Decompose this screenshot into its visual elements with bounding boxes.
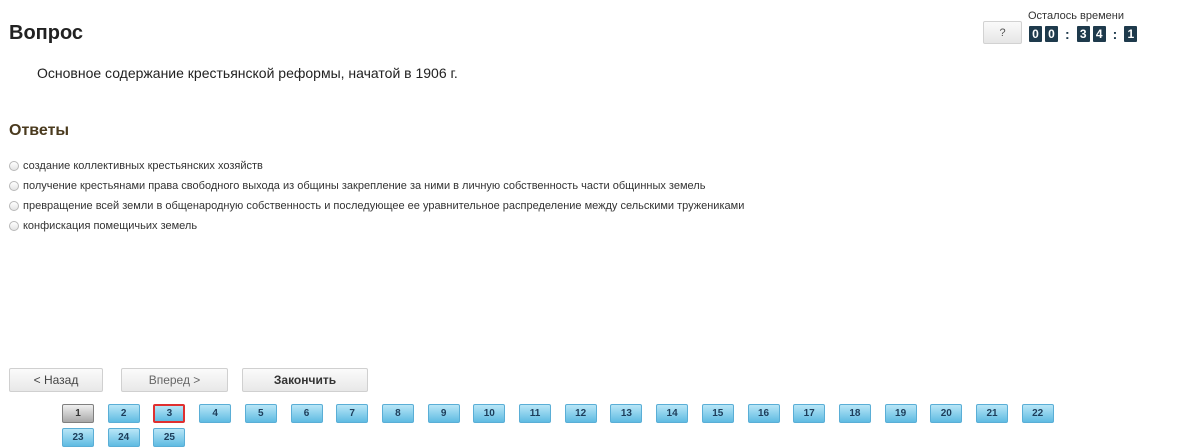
page-button-20[interactable]: 20 xyxy=(930,404,963,423)
timer-label: Осталось времени xyxy=(1028,10,1125,22)
timer-digit: 1 xyxy=(1124,26,1138,42)
answer-option[interactable]: получение крестьянами права свободного в… xyxy=(9,176,744,196)
question-text: Основное содержание крестьянской реформы… xyxy=(37,65,458,81)
answers-list: создание коллективных крестьянских хозяй… xyxy=(9,156,744,236)
timer-digit: 4 xyxy=(1092,26,1106,42)
timer-separator: : xyxy=(1065,26,1070,42)
finish-button[interactable]: Закончить xyxy=(242,368,368,392)
page-button-23[interactable]: 23 xyxy=(62,428,94,447)
page-button-18[interactable]: 18 xyxy=(838,404,871,423)
timer-separator: : xyxy=(1112,26,1118,42)
answer-option[interactable]: создание коллективных крестьянских хозяй… xyxy=(9,156,744,176)
page-button-6[interactable]: 6 xyxy=(290,404,323,423)
page-button-8[interactable]: 8 xyxy=(381,404,414,423)
page-button-24[interactable]: 24 xyxy=(107,428,140,447)
radio-button[interactable] xyxy=(9,221,19,231)
page-button-4[interactable]: 4 xyxy=(199,404,232,423)
page-button-10[interactable]: 10 xyxy=(473,404,506,423)
answer-option[interactable]: превращение всей земли в общенародную со… xyxy=(9,196,744,216)
countdown-timer: 0 0 : 3 4 : 1 xyxy=(1029,26,1140,42)
answer-option[interactable]: конфискация помещичьих земель xyxy=(9,216,744,236)
page-button-25[interactable]: 25 xyxy=(153,428,186,447)
page-button-12[interactable]: 12 xyxy=(564,404,597,423)
page-button-11[interactable]: 11 xyxy=(519,404,551,423)
page-button-5[interactable]: 5 xyxy=(244,404,277,423)
page-button-1[interactable]: 1 xyxy=(62,404,94,423)
timer-digit: 0 xyxy=(1045,26,1058,42)
page-button-15[interactable]: 15 xyxy=(701,404,734,423)
answer-label: получение крестьянами права свободного в… xyxy=(23,180,706,192)
page-button-16[interactable]: 16 xyxy=(747,404,780,423)
page-button-21[interactable]: 21 xyxy=(976,404,1008,423)
radio-button[interactable] xyxy=(9,181,19,191)
radio-button[interactable] xyxy=(9,201,19,211)
timer-digit: 0 xyxy=(1029,26,1042,42)
timer-digit: 3 xyxy=(1076,26,1090,42)
answer-label: конфискация помещичьих земель xyxy=(23,220,198,232)
answer-label: превращение всей земли в общенародную со… xyxy=(23,200,745,212)
radio-button[interactable] xyxy=(9,161,19,171)
page-button-7[interactable]: 7 xyxy=(336,404,369,423)
help-button[interactable]: ? xyxy=(983,21,1022,44)
page-button-9[interactable]: 9 xyxy=(427,404,460,423)
question-title: Вопрос xyxy=(9,22,84,44)
page-button-13[interactable]: 13 xyxy=(610,404,643,423)
page-button-3[interactable]: 3 xyxy=(153,404,186,423)
page-button-19[interactable]: 19 xyxy=(884,404,917,423)
page-button-2[interactable]: 2 xyxy=(107,404,140,423)
page-button-17[interactable]: 17 xyxy=(793,404,826,423)
answer-label: создание коллективных крестьянских хозяй… xyxy=(23,160,263,172)
answers-title: Ответы xyxy=(9,122,70,139)
back-button[interactable]: < Назад xyxy=(9,368,103,392)
next-button[interactable]: Вперед > xyxy=(121,368,228,392)
page-button-14[interactable]: 14 xyxy=(656,404,689,423)
page-button-22[interactable]: 22 xyxy=(1021,404,1054,423)
